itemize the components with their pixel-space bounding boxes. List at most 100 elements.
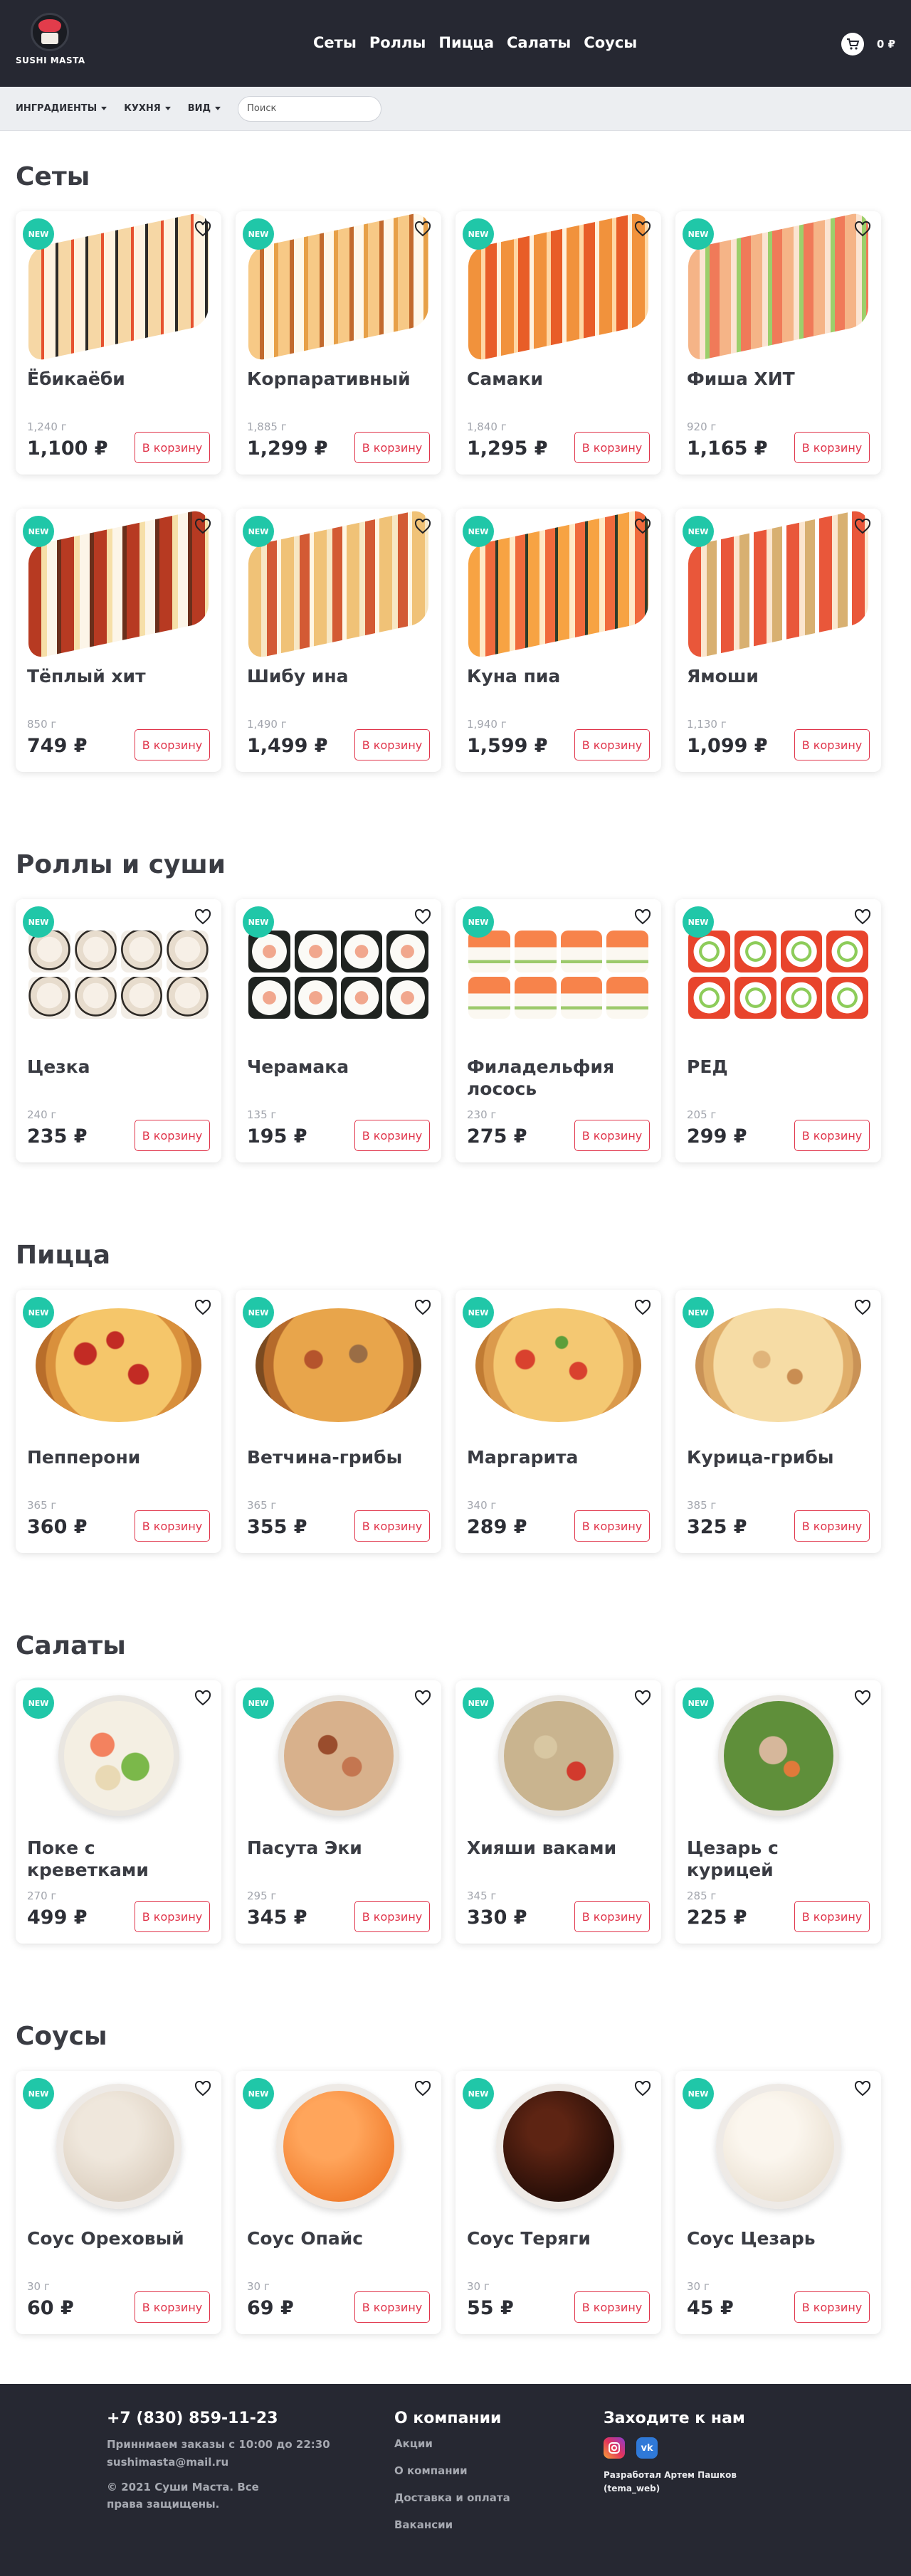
product-image[interactable] [685, 1303, 871, 1428]
product-image[interactable] [26, 2084, 211, 2209]
heart-icon[interactable] [194, 518, 211, 537]
heart-icon[interactable] [854, 1299, 871, 1318]
heart-icon[interactable] [414, 221, 431, 240]
product-image[interactable] [685, 1693, 871, 1818]
product-name[interactable]: Соус Теряги [467, 2227, 650, 2249]
product-card[interactable]: NEW Поке с креветками 270 г 499 ₽ В корзину [16, 1680, 221, 1944]
product-card[interactable]: NEW РЕД 205 г 299 ₽ В корзину [675, 899, 881, 1162]
filter-view-dropdown[interactable]: ВИД [188, 103, 221, 114]
product-image[interactable] [465, 509, 651, 660]
product-name[interactable]: Соус Опайс [247, 2227, 430, 2249]
add-to-cart-button[interactable]: В корзину [135, 1120, 210, 1151]
product-image[interactable] [26, 509, 211, 660]
heart-icon[interactable] [194, 221, 211, 240]
add-to-cart-button[interactable]: В корзину [354, 432, 430, 463]
nav-link-salads[interactable]: Салаты [507, 34, 571, 51]
product-name[interactable]: Хияши ваками [467, 1837, 650, 1859]
product-name[interactable]: Ветчина-грибы [247, 1446, 430, 1468]
heart-icon[interactable] [194, 1690, 211, 1709]
add-to-cart-button[interactable]: В корзину [574, 432, 650, 463]
product-image[interactable] [246, 509, 431, 660]
product-name[interactable]: Филадельфия лосось [467, 1056, 650, 1101]
product-card[interactable]: NEW Корпаративный 1,885 г 1,299 ₽ В корзину [236, 211, 441, 475]
product-card[interactable]: NEW Цезарь с курицей 285 г 225 ₽ В корзину [675, 1680, 881, 1944]
product-name[interactable]: Пепперони [27, 1446, 210, 1468]
instagram-icon[interactable] [604, 2437, 625, 2459]
product-name[interactable]: Шибу ина [247, 665, 430, 687]
heart-icon[interactable] [854, 2080, 871, 2099]
product-card[interactable]: NEW Ямоши 1,130 г 1,099 ₽ В корзину [675, 509, 881, 772]
heart-icon[interactable] [854, 518, 871, 537]
product-card[interactable]: NEW Хияши ваками 345 г 330 ₽ В корзину [456, 1680, 661, 1944]
add-to-cart-button[interactable]: В корзину [135, 2291, 210, 2323]
heart-icon[interactable] [414, 518, 431, 537]
add-to-cart-button[interactable]: В корзину [135, 1901, 210, 1932]
heart-icon[interactable] [414, 908, 431, 928]
product-card[interactable]: NEW Филадельфия лосось 230 г 275 ₽ В корзину [456, 899, 661, 1162]
product-name[interactable]: Самаки [467, 368, 650, 390]
heart-icon[interactable] [414, 1299, 431, 1318]
product-image[interactable] [246, 2084, 431, 2209]
add-to-cart-button[interactable]: В корзину [794, 1510, 870, 1542]
nav-link-sauces[interactable]: Соусы [584, 34, 637, 51]
add-to-cart-button[interactable]: В корзину [574, 1120, 650, 1151]
product-image[interactable] [246, 1693, 431, 1818]
product-name[interactable]: Пасута Эки [247, 1837, 430, 1859]
add-to-cart-button[interactable]: В корзину [574, 729, 650, 760]
product-name[interactable]: Цезка [27, 1056, 210, 1078]
product-image[interactable] [465, 2084, 651, 2209]
add-to-cart-button[interactable]: В корзину [354, 1901, 430, 1932]
product-card[interactable]: NEW Пасута Эки 295 г 345 ₽ В корзину [236, 1680, 441, 1944]
product-image[interactable] [685, 509, 871, 660]
product-name[interactable]: Ёбикаёби [27, 368, 210, 390]
heart-icon[interactable] [194, 1299, 211, 1318]
add-to-cart-button[interactable]: В корзину [574, 1901, 650, 1932]
footer-link-about[interactable]: О компании [394, 2464, 510, 2477]
product-name[interactable]: Фиша ХИТ [687, 368, 870, 390]
add-to-cart-button[interactable]: В корзину [574, 2291, 650, 2323]
product-card[interactable]: NEW Черамака 135 г 195 ₽ В корзину [236, 899, 441, 1162]
heart-icon[interactable] [414, 1690, 431, 1709]
product-name[interactable]: Тёплый хит [27, 665, 210, 687]
product-card[interactable]: NEW Шибу ина 1,490 г 1,499 ₽ В корзину [236, 509, 441, 772]
product-name[interactable]: Курица-грибы [687, 1446, 870, 1468]
product-image[interactable] [685, 2084, 871, 2209]
product-card[interactable]: NEW Маргарита 340 г 289 ₽ В корзину [456, 1290, 661, 1553]
add-to-cart-button[interactable]: В корзину [354, 1510, 430, 1542]
product-name[interactable]: Маргарита [467, 1446, 650, 1468]
nav-link-pizza[interactable]: Пицца [438, 34, 494, 51]
product-name[interactable]: Поке с креветками [27, 1837, 210, 1882]
heart-icon[interactable] [854, 1690, 871, 1709]
product-card[interactable]: NEW Соус Теряги 30 г 55 ₽ В корзину [456, 2071, 661, 2334]
product-card[interactable]: NEW Ёбикаёби 1,240 г 1,100 ₽ В корзину [16, 211, 221, 475]
product-card[interactable]: NEW Тёплый хит 850 г 749 ₽ В корзину [16, 509, 221, 772]
product-image[interactable] [26, 211, 211, 363]
product-image[interactable] [246, 1303, 431, 1428]
product-card[interactable]: NEW Соус Опайс 30 г 69 ₽ В корзину [236, 2071, 441, 2334]
nav-link-sets[interactable]: Сеты [313, 34, 357, 51]
add-to-cart-button[interactable]: В корзину [794, 1901, 870, 1932]
heart-icon[interactable] [854, 221, 871, 240]
cart-icon[interactable] [841, 33, 864, 55]
product-name[interactable]: Ямоши [687, 665, 870, 687]
product-image[interactable] [26, 1303, 211, 1428]
product-card[interactable]: NEW Соус Ореховый 30 г 60 ₽ В корзину [16, 2071, 221, 2334]
product-image[interactable] [465, 211, 651, 363]
product-image[interactable] [26, 912, 211, 1037]
heart-icon[interactable] [634, 908, 651, 928]
product-card[interactable]: NEW Фиша ХИТ 920 г 1,165 ₽ В корзину [675, 211, 881, 475]
footer-link-promos[interactable]: Акции [394, 2437, 510, 2450]
heart-icon[interactable] [634, 221, 651, 240]
product-card[interactable]: NEW Соус Цезарь 30 г 45 ₽ В корзину [675, 2071, 881, 2334]
add-to-cart-button[interactable]: В корзину [354, 1120, 430, 1151]
product-card[interactable]: NEW Цезка 240 г 235 ₽ В корзину [16, 899, 221, 1162]
heart-icon[interactable] [634, 2080, 651, 2099]
add-to-cart-button[interactable]: В корзину [794, 2291, 870, 2323]
logo[interactable]: SUSHI MASTA [16, 13, 85, 65]
heart-icon[interactable] [194, 908, 211, 928]
heart-icon[interactable] [854, 908, 871, 928]
add-to-cart-button[interactable]: В корзину [135, 729, 210, 760]
nav-link-rolls[interactable]: Роллы [369, 34, 426, 51]
product-image[interactable] [685, 912, 871, 1037]
footer-phone[interactable]: +7 (830) 859-11-23 [107, 2410, 335, 2427]
